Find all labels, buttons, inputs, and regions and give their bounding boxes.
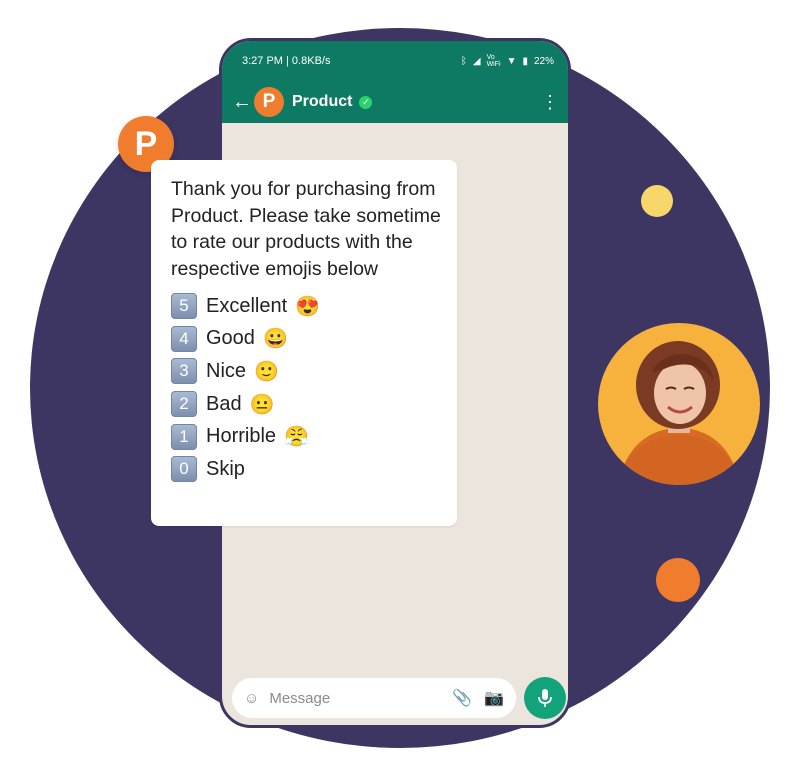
message-placeholder: Message [269,689,331,707]
message-text: Thank you for purchasing from Product. P… [171,178,441,280]
more-vertical-icon[interactable]: ⋮ [541,93,559,111]
rating-option: 4 Good 😀 [171,323,443,356]
decor-dot-orange [656,558,700,602]
message-bubble: Thank you for purchasing from Product. P… [151,160,457,526]
rating-emoji: 😀 [262,328,288,351]
rating-label: Skip [206,457,245,480]
brand-name: Product. [171,204,244,227]
rating-options: 5 Excellent 😍 4 Good 😀 3 Nice 🙂 2 Bad 😐 1 Horrible 😤 0 S… [171,290,443,486]
message-input[interactable]: ☺ Message 📎 📷 [232,678,516,718]
battery-icon: ▮ [522,55,528,67]
rating-emoji: 😍 [295,295,321,318]
signal-icon: ◢ [472,55,481,67]
paperclip-icon[interactable]: 📎 [452,688,472,708]
rating-label: Bad [206,392,242,415]
vowifi-label: Vo WiFi [486,54,501,68]
rating-label: Good [206,327,255,350]
contact-avatar[interactable]: P [254,87,284,117]
rating-emoji: 😤 [284,426,309,449]
number-key-icon: 1 [171,423,197,450]
decor-dot-yellow [641,185,673,217]
rating-label: Nice [206,359,247,382]
bluetooth-icon: ᛒ [460,55,467,67]
camera-icon[interactable]: 📷 [484,688,504,708]
status-time: 3:27 PM | 0.8KB/s [242,55,331,67]
verified-badge-icon: ✓ [359,95,373,109]
rating-option: 1 Horrible 😤 [171,420,443,453]
microphone-icon [538,689,552,707]
number-key-icon: 3 [171,358,197,385]
battery-level: 22% [533,55,554,67]
rating-option: 0 Skip [171,453,443,486]
status-bar: 3:27 PM | 0.8KB/s ᛒ ◢ Vo WiFi ▼ ▮ 22% [222,41,568,81]
rating-option: 3 Nice 🙂 [171,355,443,388]
contact-name[interactable]: Product [292,93,352,111]
number-key-icon: 0 [171,456,197,483]
rating-label: Horrible [206,425,277,448]
rating-option: 2 Bad 😐 [171,388,443,421]
rating-emoji: 🙂 [254,360,279,383]
microphone-button[interactable] [524,677,566,719]
number-key-icon: 2 [171,391,197,418]
rating-label: Excellent [206,294,288,317]
wifi-icon: ▼ [506,55,517,67]
rating-option: 5 Excellent 😍 [171,290,443,323]
arrow-left-icon[interactable]: ← [232,91,252,114]
customer-avatar [598,323,760,485]
number-key-icon: 4 [171,325,197,352]
chat-header: ← P Product ✓ ⋮ [222,81,568,123]
number-key-icon: 5 [171,293,197,320]
smiley-icon[interactable]: ☺ [244,690,259,707]
woman-portrait-icon [618,341,740,485]
rating-emoji: 😐 [249,393,275,416]
